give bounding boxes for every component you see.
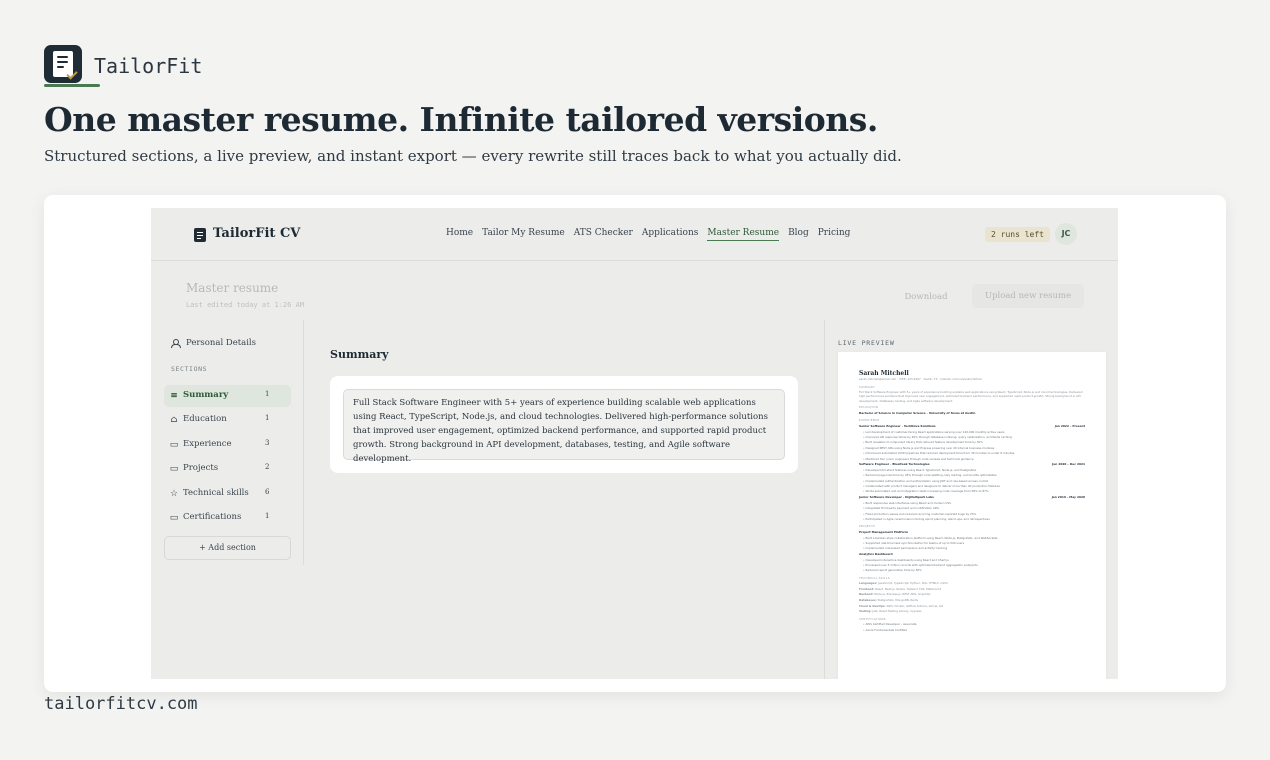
- app-logo-icon: [194, 228, 206, 242]
- sidebar-item-count: 1: [265, 414, 270, 422]
- preview-skill-value: PostgreSQL, MongoDB, Redis: [877, 597, 919, 602]
- preview-skill-key: Cloud & DevOps:: [859, 603, 886, 608]
- hero-title: One master resume. Infinite tailored ver…: [44, 100, 878, 139]
- sidebar-item-count: 2: [265, 463, 270, 471]
- nav-pricing[interactable]: Pricing: [818, 228, 851, 241]
- preview-project-name: Project Management Platform: [859, 529, 908, 534]
- preview-skill-value: React, Next.js, Redux, Tailwind CSS, Mat…: [875, 586, 942, 591]
- sidebar-item-label: Projects: [183, 463, 219, 473]
- preview-contact: sarah.mitchell@email.com · (555) 123-456…: [859, 377, 982, 381]
- sidebar-item-count: 3: [265, 439, 270, 447]
- preview-skill-key: Languages:: [859, 581, 878, 586]
- preview-skill-key: Databases:: [859, 597, 877, 602]
- footer-url[interactable]: tailorfitcv.com: [44, 694, 198, 714]
- graduation-cap-icon: ⌂: [170, 415, 178, 425]
- sidebar-item-certifications[interactable]: ▭ Certifications 1: [164, 507, 291, 529]
- preview-skill-value: AWS, Docker, GitHub Actions, Vercel, Git: [886, 603, 944, 608]
- personal-details-label: Personal Details: [186, 338, 257, 348]
- nav-ats-checker[interactable]: ATS Checker: [574, 228, 633, 241]
- sections-label: SECTIONS: [171, 365, 208, 373]
- brand: TailorFit: [44, 45, 202, 83]
- avatar[interactable]: JC: [1055, 223, 1077, 245]
- personal-details-item[interactable]: Personal Details: [171, 338, 256, 348]
- preview-job-title: Software Engineer · BluePeak Technologie…: [859, 462, 930, 467]
- folder-icon: ▭: [169, 464, 179, 474]
- preview-name: Sarah Mitchell: [859, 370, 909, 377]
- runs-left-badge: 2 runs left: [985, 227, 1050, 242]
- preview-skill-key: Testing:: [859, 609, 872, 614]
- sidebar-item-summary[interactable]: ≡ Summary 1: [164, 385, 291, 407]
- preview-bullet: • Azure Fundamentals Certified: [863, 627, 907, 632]
- preview-job-dates: Jan 2022 – Present: [1054, 423, 1085, 428]
- sidebar-item-label: Technical skills: [183, 488, 249, 498]
- sidebar-item-label: Summary: [183, 390, 229, 400]
- upload-resume-button[interactable]: Upload new resume: [972, 284, 1084, 308]
- download-button[interactable]: Download: [898, 286, 954, 308]
- summary-heading: Summary: [330, 348, 389, 361]
- preview-bullet: • Reduced report generation time by 60%: [863, 568, 922, 573]
- preview-skill-row: Testing: Jest, React Testing Library, Cy…: [859, 609, 1085, 615]
- summary-card: Full Stack Software Engineer with 5+ yea…: [330, 376, 798, 473]
- screenshot-card: TailorFit CV Home Tailor My Resume ATS C…: [44, 195, 1226, 692]
- page-title: Master resume: [186, 281, 279, 295]
- document-check-icon: [44, 45, 82, 83]
- preview-job-dates: Jan 2019 – May 2020: [1051, 494, 1085, 499]
- nav-applications[interactable]: Applications: [642, 228, 699, 241]
- brand-name: TailorFit: [94, 54, 203, 78]
- nav-master-resume[interactable]: Master Resume: [707, 228, 780, 241]
- resume-preview-page[interactable]: Sarah Mitchell sarah.mitchell@email.com …: [838, 352, 1106, 679]
- preview-job-title: Junior Software Developer · DigitalSpark…: [859, 494, 934, 499]
- preview-bullet: • Participated in Agile ceremonies inclu…: [863, 516, 990, 521]
- preview-skill-key: Backend:: [859, 592, 874, 597]
- nav-blog[interactable]: Blog: [788, 228, 809, 241]
- certificate-icon: ▭: [169, 513, 179, 523]
- nav-home[interactable]: Home: [446, 228, 473, 241]
- preview-skill-value: Jest, React Testing Library, Cypress: [872, 609, 922, 614]
- preview-job-dates: Jun 2020 – Dec 2021: [1052, 462, 1085, 467]
- briefcase-icon: ▭: [169, 440, 179, 450]
- sidebar-item-projects[interactable]: ▭ Projects 2: [164, 458, 291, 480]
- sidebar-item-experience[interactable]: ▭ Experience 3: [164, 434, 291, 456]
- preview-education: Bachelor of Science in Computer Science …: [859, 411, 1085, 417]
- preview-job-title: Senior Software Engineer · TechNova Solu…: [859, 423, 936, 428]
- preview-skill-value: JavaScript, TypeScript, Python, SQL, HTM…: [878, 581, 948, 586]
- brand-underline: [44, 84, 100, 87]
- nav-links: Home Tailor My Resume ATS Checker Applic…: [446, 228, 850, 241]
- last-edited: Last edited today at 1:26 AM: [186, 301, 305, 309]
- sidebar-item-technical-skills[interactable]: ☆ Technical skills 6: [164, 483, 291, 505]
- sidebar-item-count: 1: [265, 390, 270, 398]
- lines-icon: ≡: [170, 391, 178, 401]
- preview-project-name: Analytics Dashboard: [859, 551, 893, 556]
- sidebar-item-label: Education: [183, 414, 227, 424]
- nav-tailor[interactable]: Tailor My Resume: [482, 228, 565, 241]
- preview-skill-key: Frontend:: [859, 586, 875, 591]
- app-navbar: TailorFit CV Home Tailor My Resume ATS C…: [151, 208, 1118, 261]
- sidebar-item-count: 6: [265, 488, 270, 496]
- sections-sidebar: Personal Details SECTIONS ≡ Summary 1 ⌂ …: [151, 320, 304, 565]
- app-screenshot: TailorFit CV Home Tailor My Resume ATS C…: [151, 208, 1118, 679]
- live-preview-label: LIVE PREVIEW: [838, 339, 895, 347]
- sidebar-item-label: Certifications: [183, 512, 242, 522]
- preview-summary: Full Stack Software Engineer with 5+ yea…: [859, 390, 1083, 403]
- hero-subtitle: Structured sections, a live preview, and…: [44, 147, 902, 165]
- panel-divider: [824, 320, 825, 679]
- preview-skill-value: Node.js, Express.js, REST APIs, GraphQL: [874, 592, 931, 597]
- sidebar-item-label: Experience: [183, 439, 232, 449]
- summary-textarea[interactable]: Full Stack Software Engineer with 5+ yea…: [343, 389, 785, 464]
- sidebar-item-education[interactable]: ⌂ Education 1: [164, 409, 291, 431]
- app-name[interactable]: TailorFit CV: [213, 226, 300, 241]
- star-icon: ☆: [169, 489, 179, 499]
- preview-education-text: Bachelor of Science in Computer Science …: [859, 410, 976, 415]
- sidebar-item-count: 1: [265, 512, 270, 520]
- add-section-button[interactable]: + Add section: [164, 536, 291, 560]
- person-icon: [171, 339, 181, 348]
